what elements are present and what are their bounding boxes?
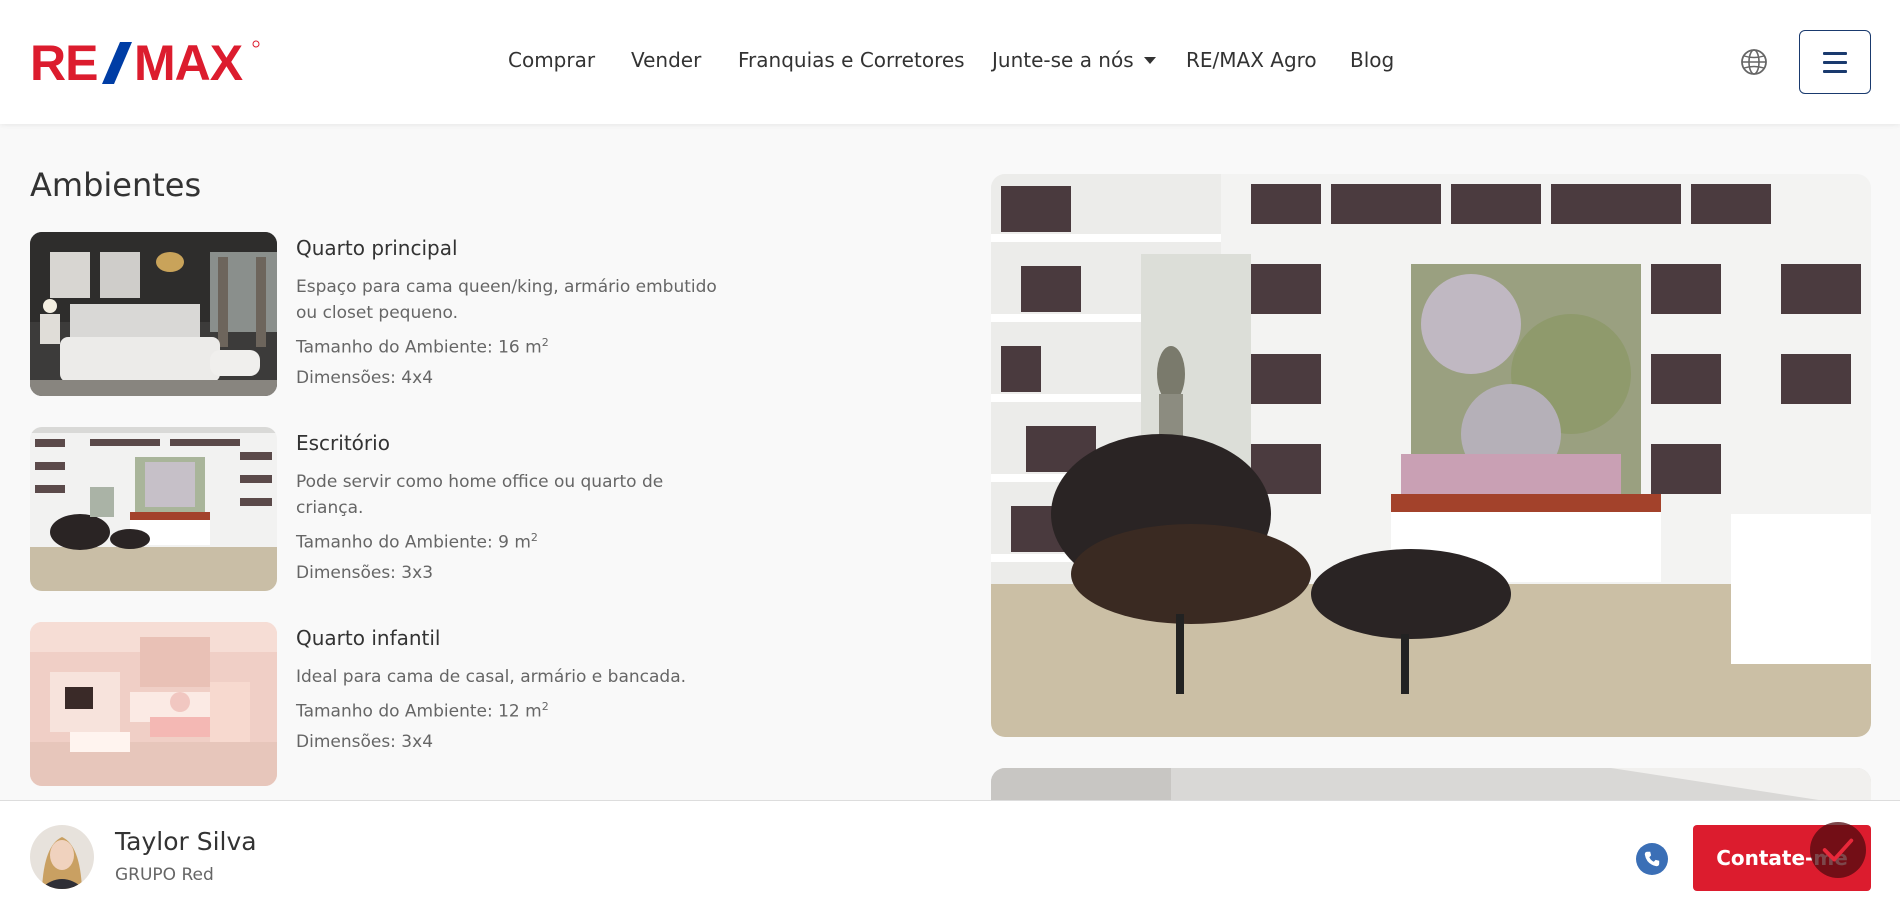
hamburger-menu-icon (1823, 49, 1847, 76)
site-header: RE MAX Comprar Vender Franquias e Corret… (0, 0, 1900, 124)
room-name: Quarto principal (296, 236, 458, 260)
room-size-exp: 2 (530, 531, 538, 544)
room-name: Quarto infantil (296, 626, 441, 650)
room-dimensions: Dimensões: 4x4 (296, 367, 434, 388)
room-card: Quarto principal Espaço para cama queen/… (30, 232, 730, 398)
room-size: Tamanho do Ambiente: 16 m2 (296, 336, 736, 358)
avatar[interactable] (30, 825, 94, 889)
nav-franquias[interactable]: Franquias e Corretores (738, 48, 965, 72)
section-title: Ambientes (30, 166, 202, 204)
caret-down-icon (1143, 57, 1156, 64)
globe-icon[interactable] (1740, 48, 1768, 76)
room-photo-kids[interactable] (30, 622, 277, 786)
room-size: Tamanho do Ambiente: 9 m2 (296, 531, 736, 553)
room-size-label: Tamanho do Ambiente: 16 m (296, 337, 542, 358)
room-dimensions: Dimensões: 3x4 (296, 731, 434, 752)
room-size-exp: 2 (541, 336, 549, 349)
room-card: Escritório Pode servir como home office … (30, 427, 730, 593)
nav-comprar[interactable]: Comprar (508, 48, 595, 72)
room-description: Espaço para cama queen/king, armário emb… (296, 277, 717, 323)
room-card: Quarto infantil Ideal para cama de casal… (30, 622, 730, 788)
room-photo-office[interactable] (30, 427, 277, 591)
room-description: Pode servir como home office ou quarto d… (296, 472, 664, 518)
room-info: Quarto infantil Ideal para cama de casal… (296, 622, 736, 752)
room-info: Quarto principal Espaço para cama queen/… (296, 232, 736, 388)
main-nav: Comprar Vender Franquias e Corretores Ju… (0, 48, 1900, 78)
room-large-photo[interactable] (991, 174, 1871, 737)
room-size-label: Tamanho do Ambiente: 12 m (296, 701, 542, 722)
phone-icon (1644, 851, 1660, 867)
room-info: Escritório Pode servir como home office … (296, 427, 736, 583)
floating-check-badge[interactable] (1810, 822, 1866, 878)
agent-name: Taylor Silva (115, 827, 257, 856)
menu-button[interactable] (1799, 30, 1871, 94)
room-size: Tamanho do Ambiente: 12 m2 (296, 700, 736, 722)
nav-junte-se[interactable]: Junte-se a nós (992, 48, 1156, 72)
phone-button[interactable] (1636, 843, 1668, 875)
room-size-label: Tamanho do Ambiente: 9 m (296, 532, 531, 553)
check-icon (1822, 838, 1854, 862)
agent-bar: Taylor Silva GRUPO Red Contate-me (0, 800, 1900, 900)
nav-blog[interactable]: Blog (1350, 48, 1394, 72)
agent-group: GRUPO Red (115, 865, 214, 885)
room-name: Escritório (296, 431, 390, 455)
nav-vender[interactable]: Vender (631, 48, 701, 72)
nav-remax-agro[interactable]: RE/MAX Agro (1186, 48, 1317, 72)
room-dimensions: Dimensões: 3x3 (296, 562, 434, 583)
room-size-exp: 2 (541, 700, 549, 713)
room-photo-bedroom[interactable] (30, 232, 277, 396)
nav-junte-se-label: Junte-se a nós (992, 48, 1134, 72)
room-description: Ideal para cama de casal, armário e banc… (296, 667, 687, 687)
